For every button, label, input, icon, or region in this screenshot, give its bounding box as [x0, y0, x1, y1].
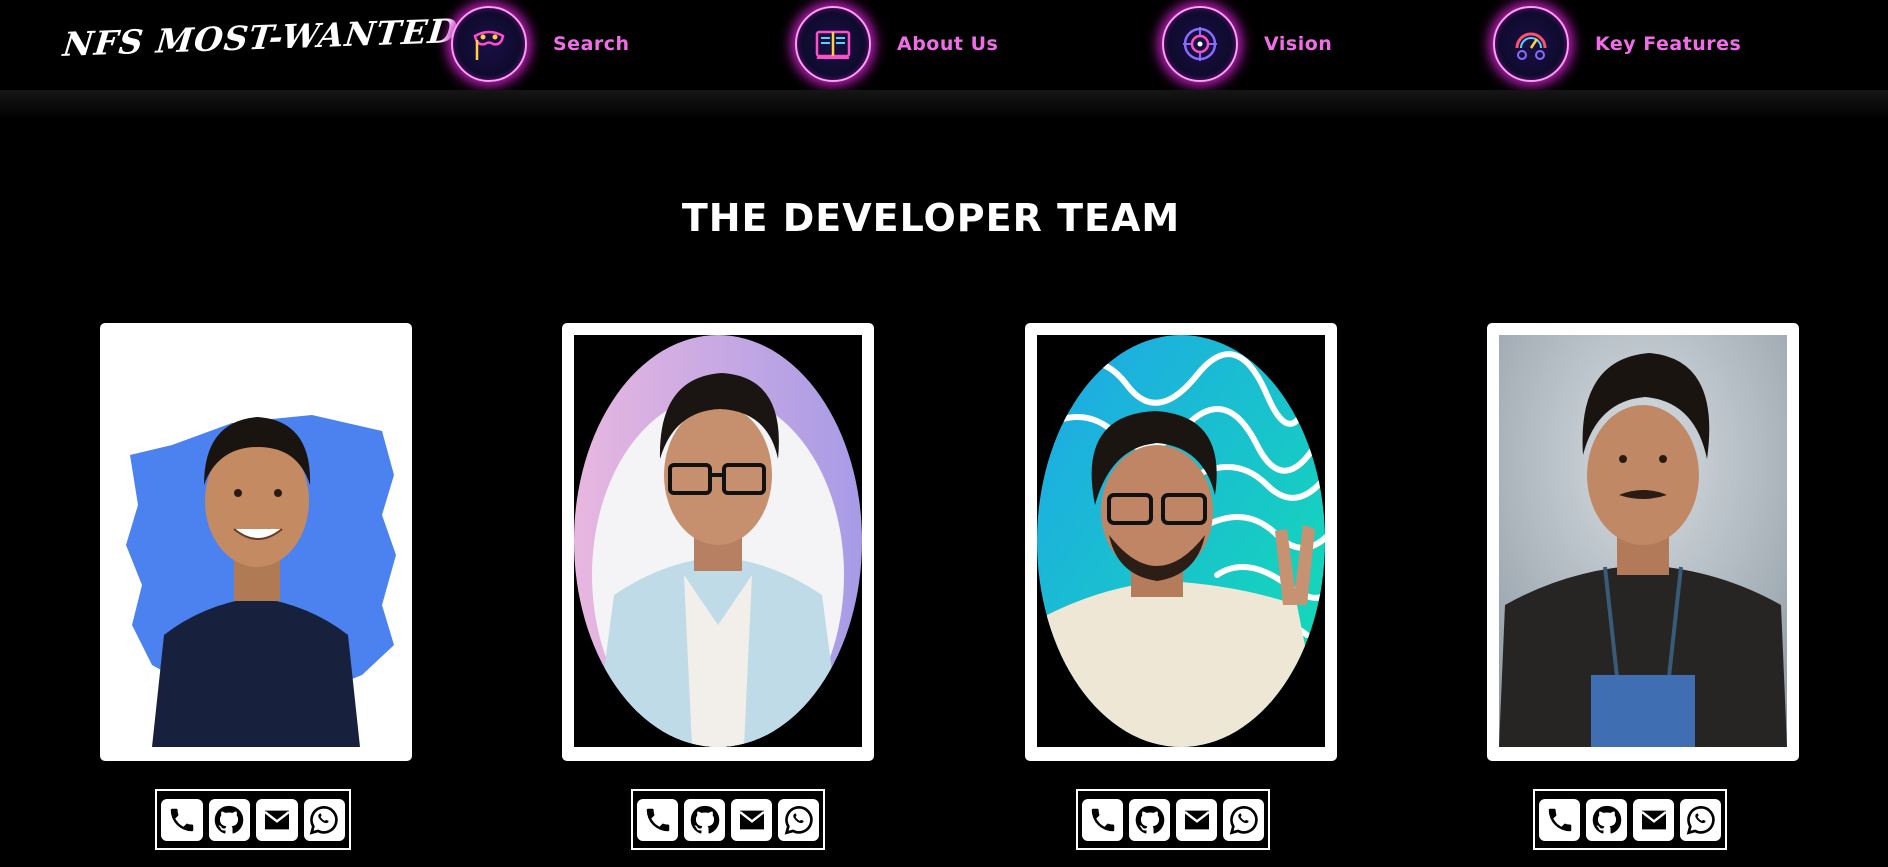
mask-icon: [451, 6, 527, 82]
site-logo[interactable]: NFS MOST-WANTED: [61, 11, 460, 64]
contact-row-3: [1075, 788, 1271, 851]
developer-photo-4: [1499, 335, 1787, 747]
developer-card-1: [100, 323, 412, 761]
speedometer-icon: [1493, 6, 1569, 82]
developer-card-3: [1025, 323, 1337, 761]
navbar: NFS MOST-WANTED Search About Us Vision K…: [0, 0, 1888, 90]
phone-icon[interactable]: [161, 798, 203, 841]
developer-photo-1: [112, 335, 400, 747]
github-icon[interactable]: [1129, 798, 1170, 841]
github-icon[interactable]: [684, 798, 725, 841]
contact-row-1: [154, 788, 352, 851]
nav-item-about-us[interactable]: About Us: [795, 6, 998, 82]
mail-icon[interactable]: [731, 798, 772, 841]
nav-item-search[interactable]: Search: [451, 6, 630, 82]
nav-item-key-features[interactable]: Key Features: [1493, 6, 1741, 82]
phone-icon[interactable]: [637, 798, 678, 841]
target-icon: [1162, 6, 1238, 82]
contact-row-4: [1532, 788, 1728, 851]
nav-label-about-us: About Us: [897, 33, 999, 55]
developer-photo-2: [574, 335, 862, 747]
nav-item-vision[interactable]: Vision: [1162, 6, 1332, 82]
developer-photo-3: [1037, 335, 1325, 747]
whatsapp-icon[interactable]: [1223, 798, 1264, 841]
phone-icon[interactable]: [1082, 798, 1123, 841]
github-icon[interactable]: [1586, 798, 1627, 841]
book-icon: [795, 6, 871, 82]
nav-label-key-features: Key Features: [1595, 33, 1742, 55]
mail-icon[interactable]: [1176, 798, 1217, 841]
navbar-shadow: [0, 90, 1888, 120]
github-icon[interactable]: [208, 798, 250, 841]
whatsapp-icon[interactable]: [1680, 798, 1721, 841]
whatsapp-icon[interactable]: [778, 798, 819, 841]
whatsapp-icon[interactable]: [303, 798, 345, 841]
nav-label-vision: Vision: [1264, 33, 1333, 55]
developer-card-4: [1487, 323, 1799, 761]
nav-label-search: Search: [553, 33, 630, 55]
mail-icon[interactable]: [1633, 798, 1674, 841]
developer-card-2: [562, 323, 874, 761]
mail-icon[interactable]: [256, 798, 298, 841]
phone-icon[interactable]: [1539, 798, 1580, 841]
section-title: THE DEVELOPER TEAM: [681, 196, 1181, 240]
contact-row-2: [630, 788, 826, 851]
